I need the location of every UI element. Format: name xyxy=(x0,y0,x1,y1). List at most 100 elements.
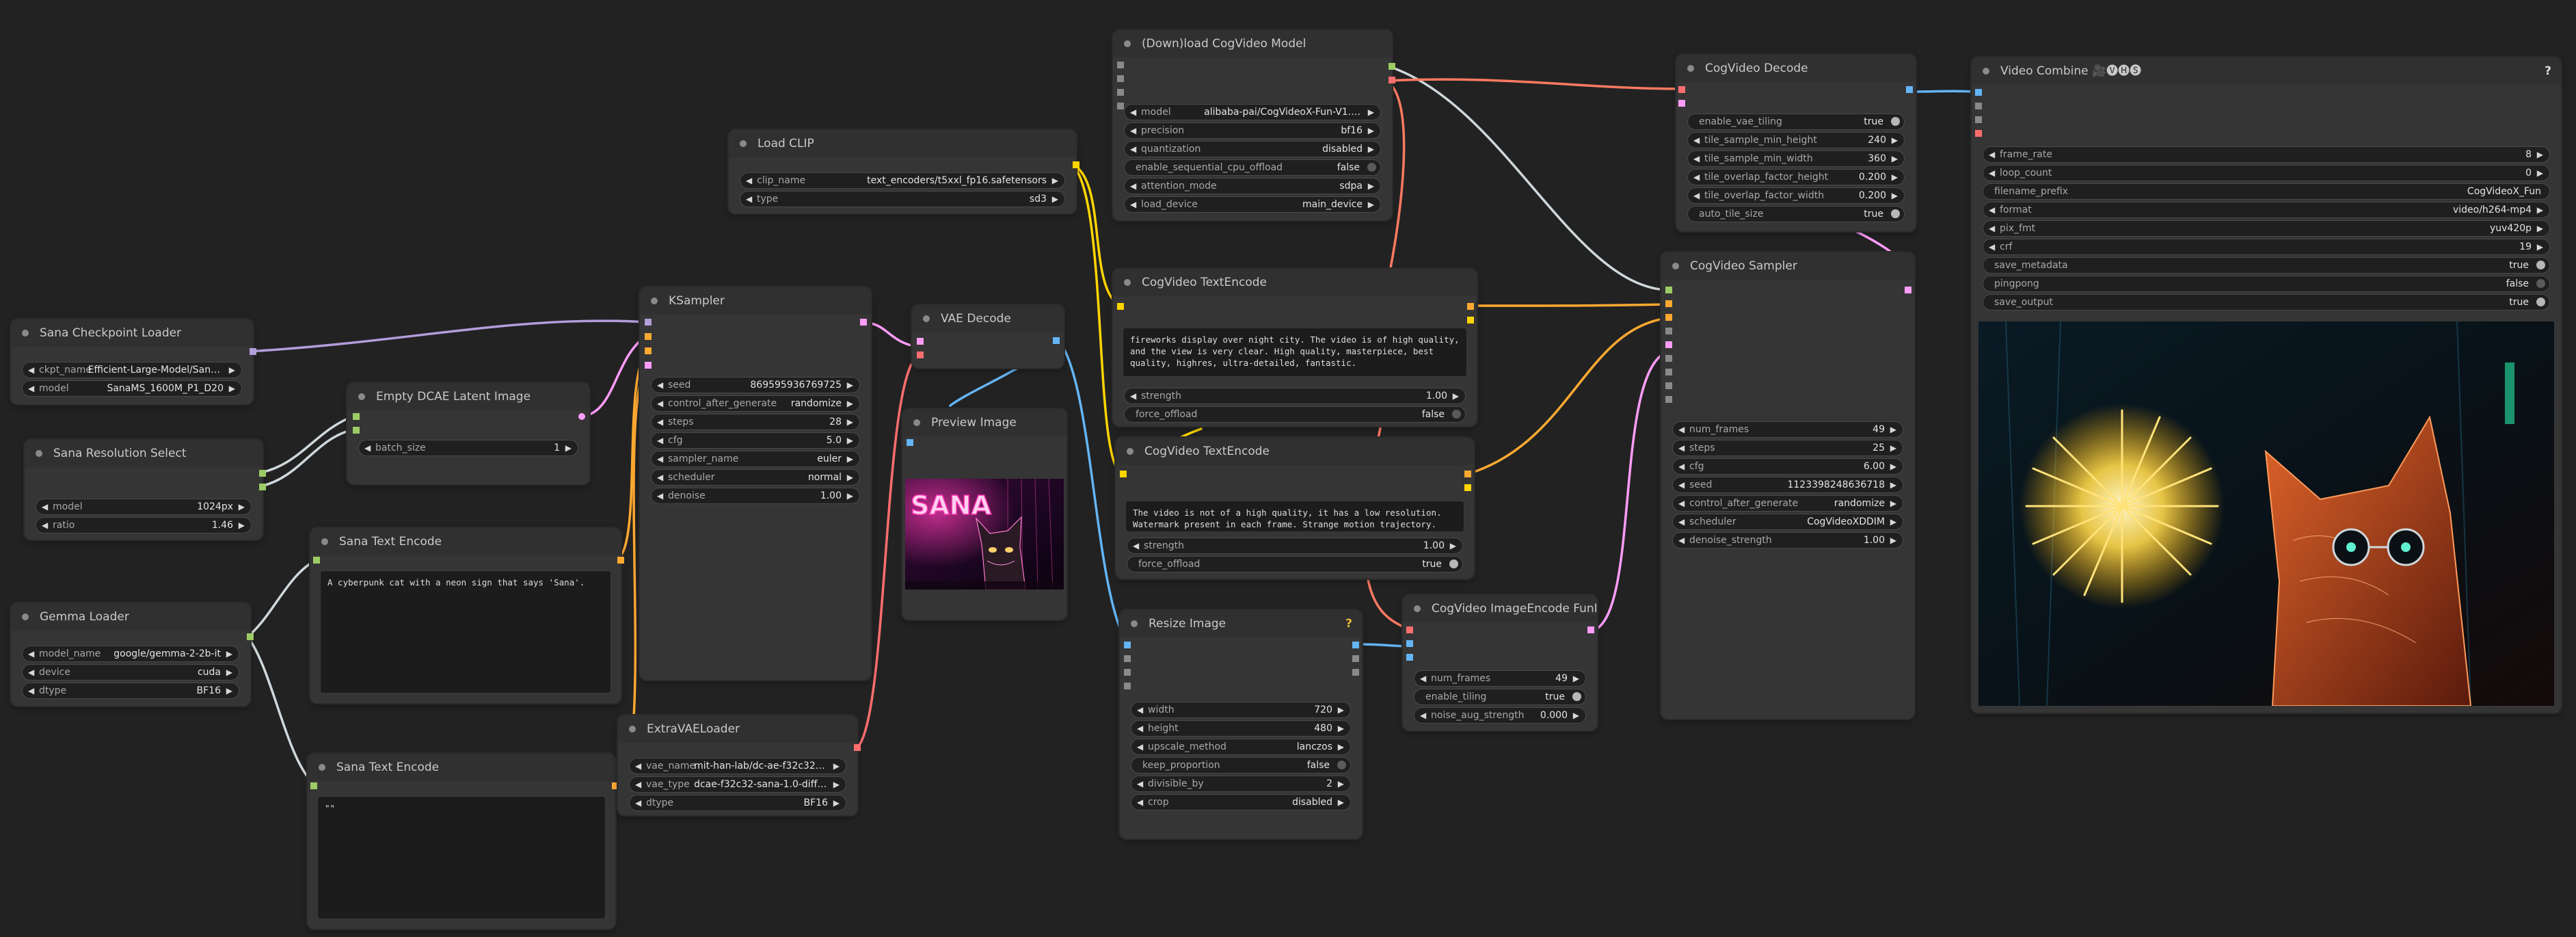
decrement-arrow-icon[interactable]: ◀ xyxy=(657,470,663,485)
increment-arrow-icon[interactable]: ▶ xyxy=(2537,147,2543,162)
decrement-arrow-icon[interactable]: ◀ xyxy=(42,499,48,514)
increment-arrow-icon[interactable]: ▶ xyxy=(2537,166,2543,181)
output-socket-samples[interactable] xyxy=(1905,287,1911,293)
input-socket-compile-args[interactable] xyxy=(1117,103,1124,109)
increment-arrow-icon[interactable]: ▶ xyxy=(1052,192,1058,207)
output-socket-vae[interactable] xyxy=(854,744,861,751)
widget-loop-count[interactable]: ◀ loop_count 0 ▶ xyxy=(1983,165,2550,181)
input-socket-images[interactable] xyxy=(907,439,913,446)
decrement-arrow-icon[interactable]: ◀ xyxy=(28,646,34,661)
increment-arrow-icon[interactable]: ▶ xyxy=(847,433,853,448)
decrement-arrow-icon[interactable]: ◀ xyxy=(1693,170,1700,185)
widget-upscale-method[interactable]: ◀ upscale_method lanczos ▶ xyxy=(1131,739,1351,755)
widget-seed[interactable]: ◀ seed 869595936769725 ▶ xyxy=(651,377,860,393)
node-ksampler[interactable]: KSampler ◀ seed 869595936769725 ▶ ◀ control_… xyxy=(640,287,871,680)
toggle-knob-icon[interactable] xyxy=(2536,298,2545,306)
increment-arrow-icon[interactable]: ▶ xyxy=(1892,170,1898,185)
increment-arrow-icon[interactable]: ▶ xyxy=(1368,105,1374,120)
widget-scheduler[interactable]: ◀ scheduler CogVideoXDDIM ▶ xyxy=(1672,514,1903,530)
output-socket-width[interactable] xyxy=(259,470,266,477)
toggle-enable-sequential-cpu-offload[interactable]: enable_sequential_cpu_offload false xyxy=(1124,159,1381,176)
decrement-arrow-icon[interactable]: ◀ xyxy=(1130,105,1136,120)
input-socket-gemma[interactable] xyxy=(313,557,320,564)
widget-ratio[interactable]: ◀ ratio 1.46 ▶ xyxy=(36,517,252,533)
widget-divisible-by[interactable]: ◀ divisible_by 2 ▶ xyxy=(1131,776,1351,792)
increment-arrow-icon[interactable]: ▶ xyxy=(1338,795,1344,810)
decrement-arrow-icon[interactable]: ◀ xyxy=(1678,477,1685,492)
input-socket-width-input[interactable] xyxy=(1124,669,1131,676)
node-collapse-dot[interactable] xyxy=(1672,263,1679,269)
decrement-arrow-icon[interactable]: ◀ xyxy=(1130,179,1136,194)
widget-attention-mode[interactable]: ◀ attention_mode sdpa ▶ xyxy=(1124,178,1381,194)
decrement-arrow-icon[interactable]: ◀ xyxy=(1130,388,1136,404)
increment-arrow-icon[interactable]: ▶ xyxy=(239,499,245,514)
input-socket-model[interactable] xyxy=(1665,287,1672,293)
widget-ckpt-name[interactable]: ◀ ckpt_name Efficient-Large-Model/Sana_...… xyxy=(22,362,242,378)
input-socket-vae[interactable] xyxy=(917,352,924,358)
increment-arrow-icon[interactable]: ▶ xyxy=(1368,123,1374,138)
node-collapse-dot[interactable] xyxy=(1124,40,1131,47)
increment-arrow-icon[interactable]: ▶ xyxy=(2537,221,2543,236)
decrement-arrow-icon[interactable]: ◀ xyxy=(28,381,34,396)
decrement-arrow-icon[interactable]: ◀ xyxy=(1137,739,1143,754)
help-icon[interactable]: ? xyxy=(2545,57,2551,85)
node-collapse-dot[interactable] xyxy=(651,298,658,304)
node-collapse-dot[interactable] xyxy=(1687,65,1694,72)
widget-clip-name[interactable]: ◀ clip_name text_encoders/t5xxl_fp16.safet… xyxy=(740,172,1065,189)
widget-precision[interactable]: ◀ precision bf16 ▶ xyxy=(1124,122,1381,139)
decrement-arrow-icon[interactable]: ◀ xyxy=(1130,142,1136,157)
decrement-arrow-icon[interactable]: ◀ xyxy=(1130,123,1136,138)
toggle-save-metadata[interactable]: save_metadata true xyxy=(1983,257,2550,274)
toggle-knob-icon[interactable] xyxy=(1572,692,1581,701)
increment-arrow-icon[interactable]: ▶ xyxy=(1890,533,1896,548)
prompt-textarea[interactable]: A cyberpunk cat with a neon sign that sa… xyxy=(320,570,611,694)
widget-seed[interactable]: ◀ seed 1123398248636718 ▶ xyxy=(1672,477,1903,493)
node-collapse-dot[interactable] xyxy=(22,330,29,336)
node-collapse-dot[interactable] xyxy=(36,450,42,457)
increment-arrow-icon[interactable]: ▶ xyxy=(1338,776,1344,791)
widget-vae-name[interactable]: ◀ vae_namemit-han-lab/dc-ae-f32c32-san...… xyxy=(629,758,846,774)
widget-strength[interactable]: ◀ strength 1.00 ▶ xyxy=(1127,538,1463,554)
decrement-arrow-icon[interactable]: ◀ xyxy=(657,433,663,448)
decrement-arrow-icon[interactable]: ◀ xyxy=(1678,422,1685,437)
decrement-arrow-icon[interactable]: ◀ xyxy=(1693,188,1700,203)
node-cogvideo-textencode-negative[interactable]: CogVideo TextEncode The video is not of … xyxy=(1116,438,1474,579)
toggle-knob-icon[interactable] xyxy=(1452,410,1461,419)
video-preview-fireworks-cat[interactable] xyxy=(1978,321,2554,706)
input-socket-negative[interactable] xyxy=(1665,314,1672,321)
increment-arrow-icon[interactable]: ▶ xyxy=(1368,142,1374,157)
input-socket-meta-batch[interactable] xyxy=(1975,116,1982,123)
increment-arrow-icon[interactable]: ▶ xyxy=(1338,721,1344,736)
input-socket-context-options[interactable] xyxy=(1665,355,1672,362)
widget-tile-sample-min-width[interactable]: ◀ tile_sample_min_width 360 ▶ xyxy=(1687,150,1905,167)
toggle-save-output[interactable]: save_output true xyxy=(1983,294,2550,311)
input-socket-clip[interactable] xyxy=(1117,303,1124,310)
output-socket-clip[interactable] xyxy=(1464,484,1471,491)
widget-model-name[interactable]: ◀ model_name google/gemma-2-2b-it ▶ xyxy=(22,646,239,662)
widget-control-after-generate[interactable]: ◀ control_after_generate randomize ▶ xyxy=(1672,495,1903,512)
toggle-keep-proportion[interactable]: keep_proportion false xyxy=(1131,757,1351,774)
decrement-arrow-icon[interactable]: ◀ xyxy=(1693,151,1700,166)
output-socket-clip[interactable] xyxy=(1073,161,1079,168)
node-sana-checkpoint-loader[interactable]: Sana Checkpoint Loader ◀ ckpt_name Efficie… xyxy=(11,319,256,404)
node-collapse-dot[interactable] xyxy=(923,315,930,322)
decrement-arrow-icon[interactable]: ◀ xyxy=(42,518,48,533)
node-collapse-dot[interactable] xyxy=(319,764,325,771)
node-collapse-dot[interactable] xyxy=(1127,448,1133,455)
node-collapse-dot[interactable] xyxy=(22,613,29,620)
widget-sampler-name[interactable]: ◀ sampler_name euler ▶ xyxy=(651,451,860,467)
decrement-arrow-icon[interactable]: ◀ xyxy=(1678,514,1685,529)
increment-arrow-icon[interactable]: ▶ xyxy=(1338,702,1344,717)
output-socket-image[interactable] xyxy=(1352,642,1359,648)
increment-arrow-icon[interactable]: ▶ xyxy=(226,646,232,661)
toggle-knob-icon[interactable] xyxy=(1367,163,1376,172)
widget-denoise[interactable]: ◀ denoise 1.00 ▶ xyxy=(651,488,860,504)
widget-model[interactable]: ◀ model alibaba-pai/CogVideoX-Fun-V1.1-5b-… xyxy=(1124,104,1381,120)
decrement-arrow-icon[interactable]: ◀ xyxy=(635,777,641,792)
widget-num-frames[interactable]: ◀ num_frames 49 ▶ xyxy=(1672,421,1903,438)
input-socket-fastercache[interactable] xyxy=(1665,396,1672,403)
input-socket-height[interactable] xyxy=(353,427,360,434)
widget-batch-size[interactable]: ◀ batch_size 1 ▶ xyxy=(358,440,578,456)
increment-arrow-icon[interactable]: ▶ xyxy=(1890,514,1896,529)
widget-steps[interactable]: ◀ steps 28 ▶ xyxy=(651,414,860,430)
